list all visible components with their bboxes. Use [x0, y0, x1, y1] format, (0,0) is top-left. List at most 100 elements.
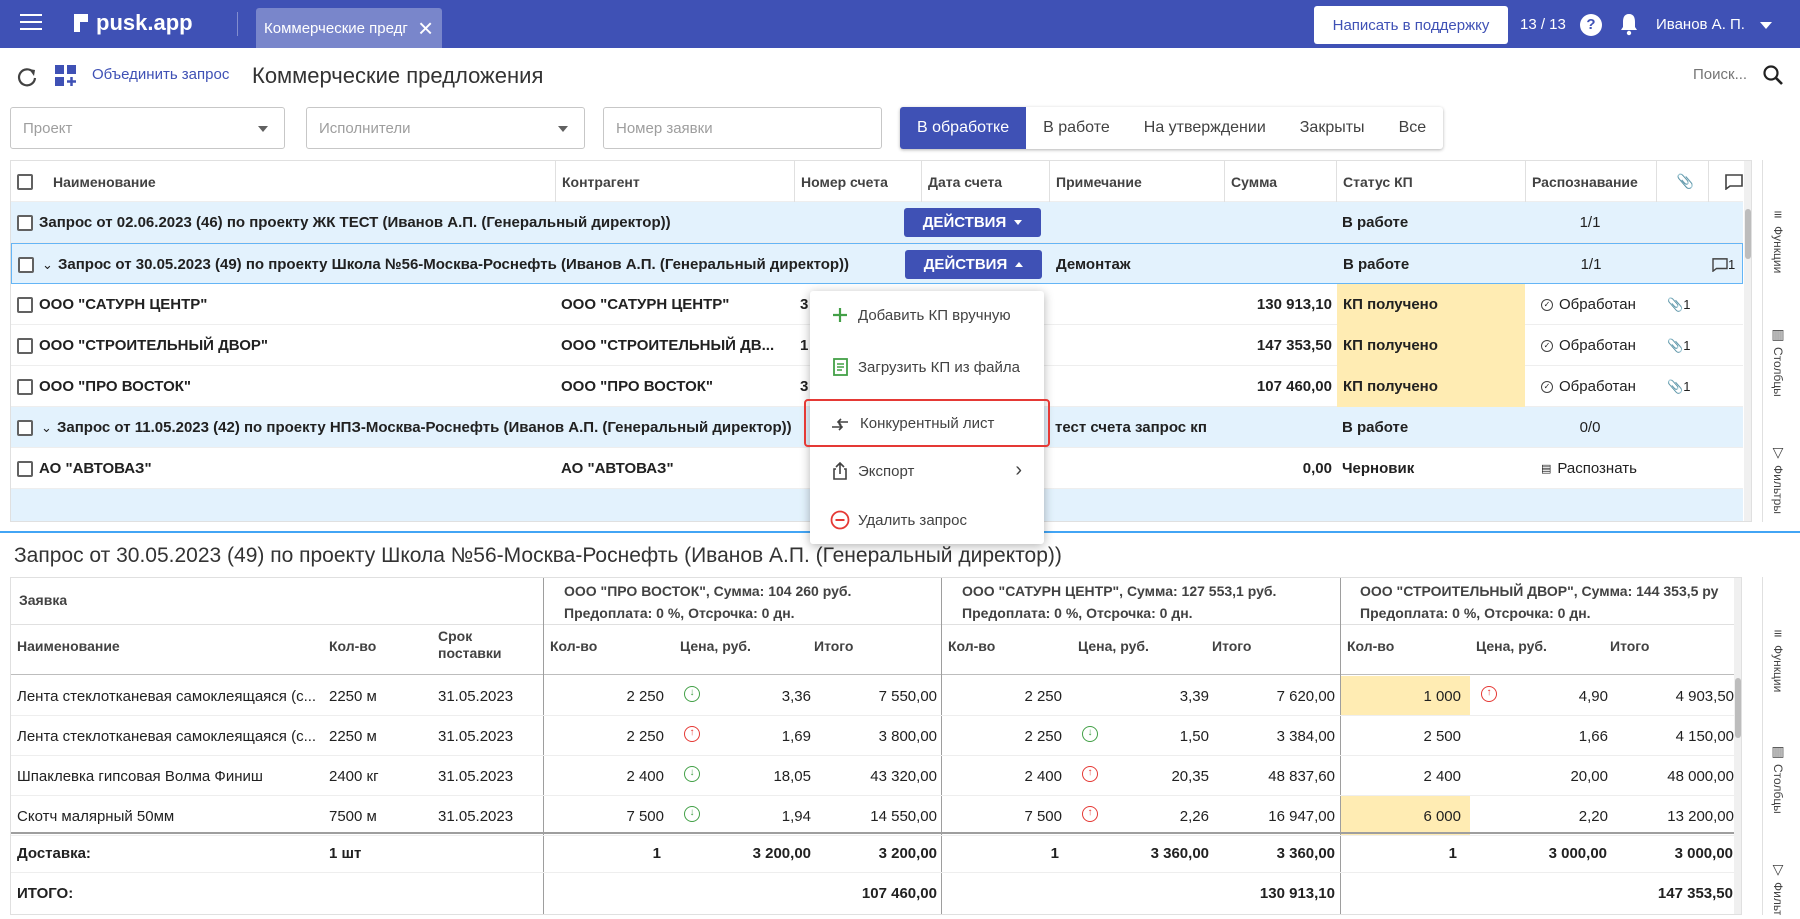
header-note[interactable]: Примечание	[1049, 161, 1225, 202]
header-invoice[interactable]: Номер счета	[794, 161, 922, 202]
support-button[interactable]: Написать в поддержку	[1314, 6, 1508, 44]
status-text: КП получено	[1337, 325, 1525, 366]
arrow-down-icon: ↓	[684, 686, 700, 702]
col-supplier-total[interactable]: Итого	[1610, 638, 1649, 654]
chevron-down-icon[interactable]: ⌄	[42, 244, 56, 285]
filters-panel-toggle[interactable]: ▽ Фильтры	[1763, 444, 1793, 517]
header-date[interactable]: Дата счета	[921, 161, 1049, 202]
grid-add-icon[interactable]	[54, 64, 78, 88]
tab-approval[interactable]: На утверждении	[1127, 107, 1283, 149]
delivery-total: 3 000,00	[1674, 844, 1733, 862]
row-checkbox[interactable]	[17, 419, 33, 436]
menu-item-delete-request[interactable]: Удалить запрос	[810, 496, 1044, 544]
offer-total: 3 384,00	[1276, 727, 1335, 745]
scrollbar[interactable]	[1734, 578, 1741, 914]
select-all-checkbox[interactable]	[17, 173, 33, 190]
filters-panel-toggle[interactable]: ▽ Фильтры	[1763, 861, 1793, 915]
detail-title: Запрос от 30.05.2023 (49) по проекту Шко…	[14, 544, 1062, 567]
attachment-count[interactable]: 📎 1	[1667, 284, 1703, 325]
menu-item-add-offer[interactable]: Добавить КП вручную	[810, 291, 1044, 339]
col-term[interactable]: Срок поставки	[438, 628, 508, 662]
col-supplier-qty[interactable]: Кол-во	[948, 638, 995, 654]
tab-commercial-offers[interactable]: Коммерческие предг ×	[256, 8, 442, 48]
offer-total: 7 620,00	[1276, 687, 1335, 705]
col-supplier-price[interactable]: Цена, руб.	[1476, 638, 1547, 654]
table-row[interactable]: Лента стеклотканевая самоклеящаяся (с...…	[11, 716, 1741, 756]
menu-icon[interactable]	[20, 14, 42, 34]
bell-icon[interactable]	[1618, 12, 1640, 36]
search-icon[interactable]	[1762, 64, 1784, 86]
attachment-count[interactable]: 📎 1	[1667, 366, 1703, 407]
columns-panel-toggle[interactable]: ▥ Столбцы	[1763, 743, 1793, 817]
filters-label: Фильтры	[1771, 465, 1785, 514]
header-contractor[interactable]: Контрагент	[555, 161, 795, 202]
chevron-down-icon[interactable]: ⌄	[41, 407, 55, 448]
close-icon[interactable]: ×	[418, 15, 433, 41]
row-checkbox[interactable]	[17, 460, 33, 477]
executors-select[interactable]: Исполнители	[306, 107, 585, 149]
delivery-qty-value: 1	[1050, 844, 1059, 862]
row-checkbox[interactable]	[17, 214, 33, 231]
table-row[interactable]: Запрос от 02.06.2023 (46) по проекту ЖК …	[11, 202, 1743, 243]
request-header: Заявка	[19, 592, 68, 608]
columns-panel-toggle[interactable]: ▥ Столбцы	[1763, 326, 1793, 400]
actions-menu: Добавить КП вручную Загрузить КП из файл…	[804, 291, 1050, 544]
actions-button[interactable]: ДЕЙСТВИЯ	[905, 250, 1042, 279]
actions-button[interactable]: ДЕЙСТВИЯ	[904, 208, 1041, 237]
menu-item-export[interactable]: Экспорт ›	[810, 447, 1044, 495]
user-name[interactable]: Иванов А. П.	[1656, 16, 1745, 33]
project-select[interactable]: Проект	[10, 107, 285, 149]
offer-total: 16 947,00	[1268, 807, 1335, 825]
tab-all[interactable]: Все	[1382, 107, 1444, 149]
scrollbar[interactable]	[1744, 161, 1751, 521]
col-qty[interactable]: Кол-во	[329, 638, 376, 654]
header-sum[interactable]: Сумма	[1224, 161, 1337, 202]
menu-item-competitive-list[interactable]: Конкурентный лист	[804, 399, 1050, 447]
help-icon[interactable]: ?	[1580, 14, 1602, 36]
col-supplier-qty[interactable]: Кол-во	[550, 638, 597, 654]
table-row[interactable]: Скотч малярный 50мм 7500 м 31.05.2023 7 500…	[11, 796, 1741, 836]
table-row[interactable]: ⌄ Запрос от 30.05.2023 (49) по проекту Ш…	[11, 243, 1743, 284]
functions-panel-toggle[interactable]: ≡ Функции	[1763, 625, 1793, 695]
row-checkbox[interactable]	[18, 256, 34, 273]
paperclip-icon[interactable]: 📎	[1656, 161, 1708, 202]
row-checkbox[interactable]	[17, 337, 33, 354]
search-input[interactable]: Поиск...	[1693, 66, 1747, 83]
header-recognition[interactable]: Распознавание	[1525, 161, 1655, 202]
tab-closed[interactable]: Закрыты	[1283, 107, 1382, 149]
columns-icon: ▥	[1771, 326, 1785, 342]
header-name[interactable]: Наименование	[53, 161, 553, 202]
functions-panel-toggle[interactable]: ≡ Функции	[1763, 206, 1793, 276]
executors-placeholder: Исполнители	[319, 119, 411, 137]
col-supplier-total[interactable]: Итого	[814, 638, 853, 654]
table-row[interactable]: Лента стеклотканевая самоклеящаяся (с...…	[11, 676, 1741, 716]
menu-item-upload-offer[interactable]: Загрузить КП из файла	[810, 343, 1044, 391]
scrollbar-thumb[interactable]	[1735, 678, 1741, 738]
tab-processing[interactable]: В обработке	[900, 107, 1027, 149]
scrollbar-thumb[interactable]	[1745, 209, 1751, 259]
paperclip-icon: 📎	[1667, 378, 1684, 394]
col-supplier-qty[interactable]: Кол-во	[1347, 638, 1394, 654]
recognize-link[interactable]: ▤ Распознать	[1541, 448, 1651, 489]
table-row[interactable]: Шпаклевка гипсовая Волма Финиш 2400 кг 31.…	[11, 756, 1741, 796]
attachment-count[interactable]: 📎 1	[1667, 325, 1703, 366]
supplier-name: ООО "СТРОИТЕЛЬНЫЙ ДВОР"	[39, 337, 269, 354]
tab-in-work[interactable]: В работе	[1026, 107, 1127, 149]
chevron-down-icon[interactable]	[1760, 22, 1772, 29]
paperclip-icon: 📎	[1667, 296, 1684, 312]
col-supplier-total[interactable]: Итого	[1212, 638, 1251, 654]
supplier-name: АО "АВТОВАЗ"	[39, 460, 152, 477]
refresh-icon[interactable]	[16, 66, 38, 88]
app-logo[interactable]: pusk.app	[72, 10, 193, 36]
row-checkbox[interactable]	[17, 378, 33, 395]
functions-label: Функции	[1771, 226, 1785, 274]
merge-request-link[interactable]: Объединить запрос	[92, 66, 229, 83]
request-number-input[interactable]: Номер заявки	[603, 107, 882, 149]
row-checkbox[interactable]	[17, 296, 33, 313]
header-status[interactable]: Статус КП	[1336, 161, 1526, 202]
col-supplier-price[interactable]: Цена, руб.	[1078, 638, 1149, 654]
col-name[interactable]: Наименование	[17, 638, 120, 654]
document-icon: ▤	[1541, 463, 1552, 475]
offer-qty: 2 250	[1024, 727, 1062, 745]
col-supplier-price[interactable]: Цена, руб.	[680, 638, 751, 654]
